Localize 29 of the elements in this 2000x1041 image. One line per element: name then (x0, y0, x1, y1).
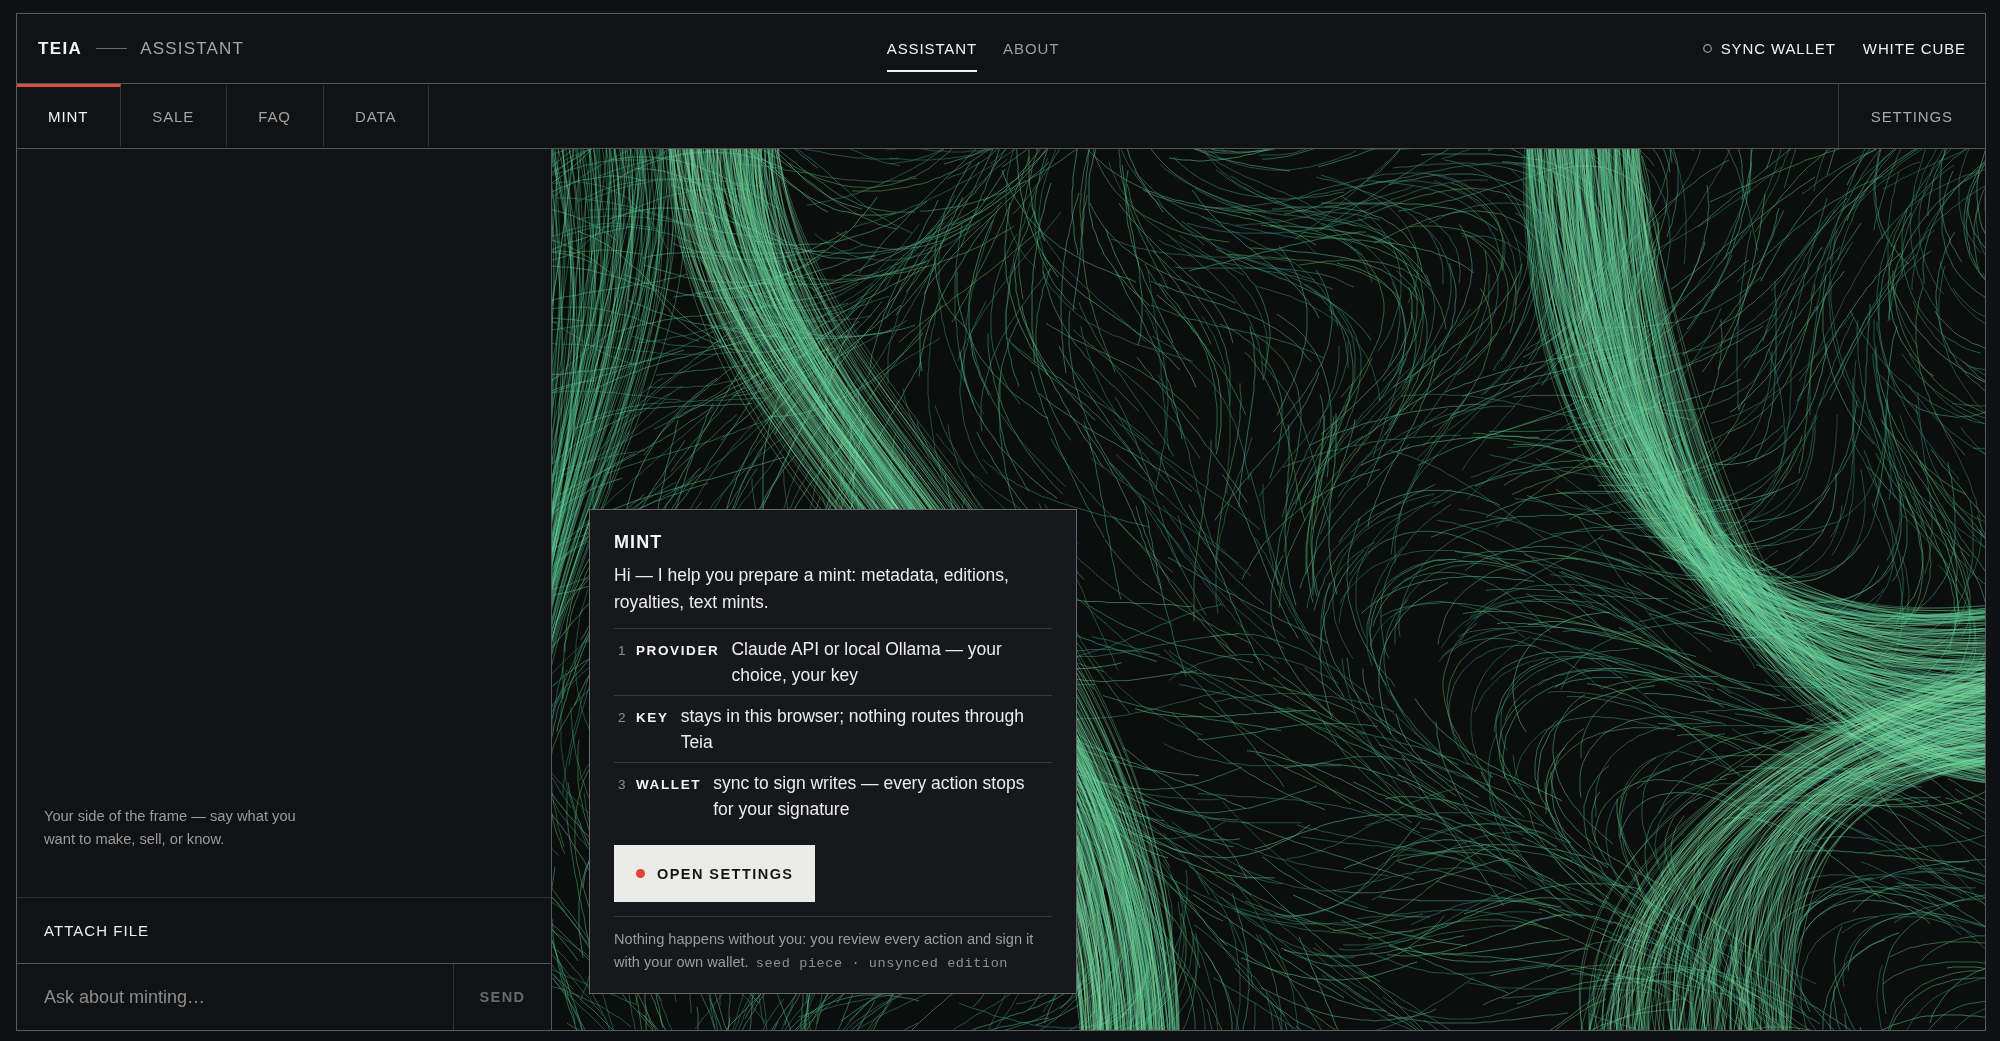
nav-link[interactable]: ABOUT (1003, 25, 1060, 72)
open-settings-button[interactable]: OPEN SETTINGS (614, 845, 816, 902)
tab[interactable]: FAQ (227, 84, 324, 148)
tab[interactable]: SALE (121, 84, 228, 148)
section-title: ASSISTANT (140, 38, 245, 59)
settings-tab[interactable]: SETTINGS (1837, 84, 1985, 148)
sync-wallet-button[interactable]: SYNC WALLET (1702, 40, 1836, 57)
step-number: 3 (617, 777, 627, 792)
account-button[interactable]: WHITE CUBE (1862, 40, 1966, 57)
brand-name: TEIA (38, 38, 83, 59)
step-text: stays in this browser; nothing routes through Teia (680, 705, 1025, 754)
message-input[interactable]: Ask about minting… (17, 964, 453, 1030)
step-text: Claude API or local Ollama — your choice, your key (731, 638, 1003, 687)
intro-text: Hi — I help you prepare a mint: metadata, editions, royalties, text mints. (614, 564, 1010, 614)
step-number: 1 (617, 643, 627, 658)
dot-icon (636, 869, 645, 878)
hint-text: Your side of the frame — say what you want to make, sell, or know. (44, 807, 297, 849)
step-label: PROVIDER (636, 643, 720, 658)
nav-link[interactable]: ASSISTANT (886, 25, 978, 72)
card-title: MINT (614, 531, 664, 553)
separator-rule (96, 48, 128, 49)
attach-file-button[interactable]: ATTACH FILE (17, 897, 551, 963)
tab[interactable]: DATA (323, 84, 430, 148)
step-label: WALLET (636, 777, 702, 792)
step-text: sync to sign writes — every action stops for your signature (713, 772, 1026, 821)
tab[interactable]: MINT (17, 84, 122, 148)
step-label: KEY (636, 710, 669, 725)
disclaimer-text: Nothing happens without you: you review every action and sign it with your own wallet. seed piece · unsynced edition (614, 930, 1035, 973)
step-number: 2 (617, 710, 627, 725)
